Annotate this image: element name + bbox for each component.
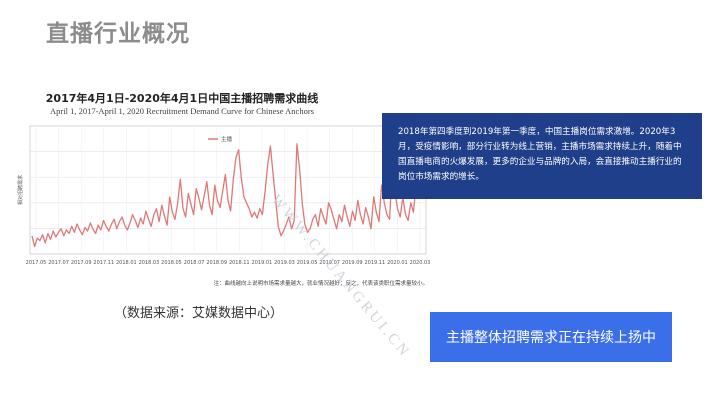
- highlight-text: 主播整体招聘需求正在持续上扬中: [446, 330, 656, 346]
- x-tick-label: 2019.05: [297, 260, 318, 266]
- y-axis-label: 相对招聘需求: [17, 175, 24, 205]
- x-tick-label: 2017.11: [93, 260, 114, 266]
- x-tick-label: 2017.07: [48, 260, 69, 266]
- x-tick-label: 2018.07: [184, 260, 205, 266]
- page-title: 直播行业概况: [46, 21, 190, 47]
- x-tick-label: 2019.01: [252, 260, 273, 266]
- data-source-note: （数据来源：艾媒数据中心）: [114, 306, 284, 321]
- x-tick-label: 2020.03: [410, 260, 431, 266]
- plot-area: [29, 125, 427, 255]
- x-tick-label: 2019.11: [364, 260, 385, 266]
- x-tick-label: 2018.11: [229, 260, 250, 266]
- x-tick-label: 2019.09: [342, 260, 363, 266]
- chart-panel: 2017年4月1日-2020年4月1日中国主播招聘需求曲线 April 1, 2…: [12, 82, 432, 361]
- x-tick-label: 2017.05: [26, 260, 47, 266]
- x-tick-label: 2018.09: [206, 260, 227, 266]
- info-box: 2018年第四季度到2019年第一季度，中国主播岗位需求激增。2020年3月，受…: [382, 113, 702, 199]
- x-tick-label: 2018.01: [116, 260, 137, 266]
- x-tick-label: 2017.09: [71, 260, 92, 266]
- legend-label: 主播: [221, 135, 233, 143]
- x-tick-label: 2019.03: [274, 260, 295, 266]
- chart-footnote: 注：曲线越向上说明市场需求量越大，就业情况越好；反之，代表该类职位需求量较小。: [213, 279, 428, 287]
- x-tick-label: 2018.03: [139, 260, 160, 266]
- highlight-banner: 主播整体招聘需求正在持续上扬中: [430, 312, 672, 362]
- series-line: [31, 141, 425, 248]
- x-tick-label: 2020.01: [387, 260, 408, 266]
- info-text: 2018年第四季度到2019年第一季度，中国主播岗位需求激增。2020年3月，受…: [398, 127, 682, 182]
- x-tick-label: 2018.05: [161, 260, 182, 266]
- line-chart: 2017.05 2017.07 2017.09 2017.11 2018.01 2018.…: [17, 125, 431, 287]
